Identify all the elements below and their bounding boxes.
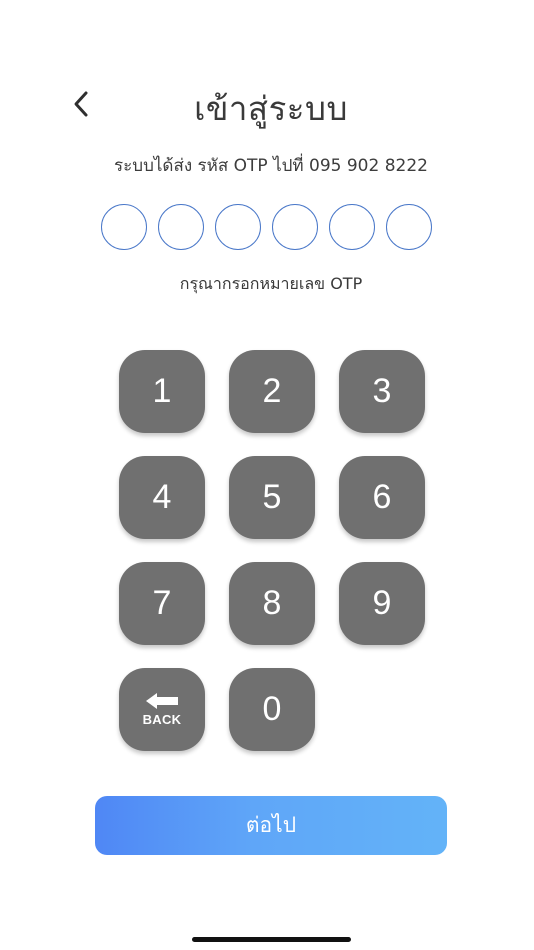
- otp-digit-4[interactable]: [272, 204, 318, 250]
- key-4[interactable]: 4: [119, 456, 205, 539]
- otp-hint: กรุณากรอกหมายเลข OTP: [179, 274, 363, 293]
- key-3[interactable]: 3: [339, 350, 425, 433]
- key-2[interactable]: 2: [229, 350, 315, 433]
- backspace-key[interactable]: BACK: [119, 668, 205, 751]
- key-5[interactable]: 5: [229, 456, 315, 539]
- otp-digit-5[interactable]: [329, 204, 375, 250]
- login-otp-screen: เข้าสู่ระบบ ระบบได้ส่ง รหัส OTP ไปที่ 09…: [0, 0, 534, 950]
- page-title: เข้าสู่ระบบ: [194, 89, 348, 128]
- key-1[interactable]: 1: [119, 350, 205, 433]
- key-8[interactable]: 8: [229, 562, 315, 645]
- key-6[interactable]: 6: [339, 456, 425, 539]
- otp-input-row[interactable]: [101, 204, 432, 250]
- key-9[interactable]: 9: [339, 562, 425, 645]
- key-0[interactable]: 0: [229, 668, 315, 751]
- otp-digit-3[interactable]: [215, 204, 261, 250]
- numeric-keypad: 1 2 3 4 5 6 7 8 9 BACK 0: [119, 350, 425, 751]
- arrow-left-icon: [146, 693, 178, 709]
- otp-digit-2[interactable]: [158, 204, 204, 250]
- home-indicator: [192, 937, 351, 942]
- otp-digit-6[interactable]: [386, 204, 432, 250]
- key-7[interactable]: 7: [119, 562, 205, 645]
- backspace-label: BACK: [142, 712, 182, 727]
- next-button[interactable]: ต่อไป: [95, 796, 447, 855]
- otp-sent-message: ระบบได้ส่ง รหัส OTP ไปที่ 095 902 8222: [114, 156, 428, 176]
- otp-digit-1[interactable]: [101, 204, 147, 250]
